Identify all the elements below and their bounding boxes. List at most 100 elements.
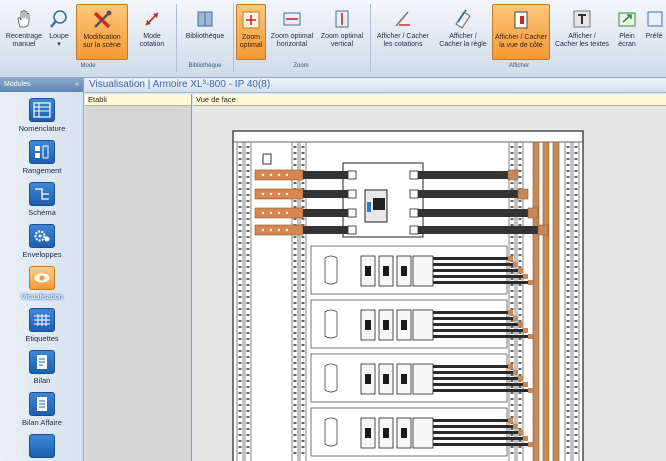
perforation (238, 242, 242, 244)
feeder-breaker-toggle (365, 266, 371, 276)
perforation (246, 380, 250, 382)
perforation (518, 440, 522, 442)
group-bibliotheque-label: Bibliothèque (188, 63, 222, 69)
module-more[interactable] (0, 434, 84, 458)
vue-cote-toggle-button[interactable]: Afficher / Cacher la vue de côté (492, 4, 550, 60)
module-more-icon (29, 434, 55, 458)
ribbon-separator (176, 4, 177, 72)
perforation (518, 410, 522, 412)
front-view-header: Vue de face (193, 94, 666, 106)
perforation (574, 308, 578, 310)
perforation (238, 344, 242, 346)
front-view-pane[interactable]: Vue de face (193, 94, 666, 461)
perforation (293, 308, 297, 310)
perforation (574, 242, 578, 244)
perforation (566, 284, 570, 286)
feeder-lug (508, 364, 513, 369)
perforation (574, 164, 578, 166)
bar-bolt (269, 211, 273, 215)
module-nomenclature[interactable]: Nomenclature (0, 98, 84, 133)
perforation (301, 338, 305, 340)
perforation (566, 194, 570, 196)
perforation (518, 452, 522, 454)
module-bilan[interactable]: Bilan (0, 350, 84, 385)
breaker-handle (373, 198, 385, 210)
perforation (566, 296, 570, 298)
cotations-toggle-button[interactable]: Afficher / Cacher les cotations (372, 4, 434, 60)
perforation (293, 284, 297, 286)
perforation (301, 296, 305, 298)
module-enveloppes[interactable]: Enveloppes (0, 224, 84, 259)
zoom-vertical-button[interactable]: Zoom optimal vertical (318, 4, 366, 60)
perforation (518, 308, 522, 310)
perforation (238, 254, 242, 256)
module-label: Visualisation (21, 292, 63, 301)
loupe-button[interactable]: Loupe ▾ (46, 4, 72, 60)
modification-button[interactable]: Modification sur la scène (76, 4, 128, 60)
bibliotheque-button[interactable]: Bibliothèque (180, 4, 230, 60)
copper-connector (517, 188, 529, 200)
perforation (518, 260, 522, 262)
mode-cotation-button[interactable]: Mode cotation (132, 4, 172, 60)
perforation (246, 302, 250, 304)
module-visualisation[interactable]: Visualisation (0, 266, 84, 301)
perforation (293, 236, 297, 238)
etabli-pane[interactable]: Etabli (85, 94, 192, 461)
perforation (518, 368, 522, 370)
cabinet-drawing[interactable] (193, 106, 666, 461)
perforation (246, 356, 250, 358)
recentrage-manuel-button[interactable]: Recentrage manuel (4, 4, 44, 60)
module-bilan-affaire[interactable]: Bilan Affaire (0, 392, 84, 427)
perforation (518, 236, 522, 238)
perforation (518, 296, 522, 298)
feeder-cable (433, 371, 513, 374)
perforation (301, 380, 305, 382)
perforation (246, 440, 250, 442)
vertical-busbars (532, 141, 560, 461)
module-rangement[interactable]: Rangement (0, 140, 84, 175)
feeder-device (412, 309, 434, 341)
cotations-label-1: Afficher / Cacher (376, 33, 429, 40)
zoom-horizontal-button[interactable]: Zoom optimal horizontal (268, 4, 316, 60)
perforation (293, 206, 297, 208)
textes-toggle-button[interactable]: Afficher / Cacher les textes (552, 4, 612, 60)
collapse-icon[interactable]: « (75, 81, 79, 89)
perforation (510, 284, 514, 286)
perforation (293, 332, 297, 334)
feeder-cable (433, 419, 508, 422)
perforation (293, 374, 297, 376)
feeder-lug (513, 424, 518, 429)
perforation (510, 440, 514, 442)
perforation (246, 368, 250, 370)
perforation (238, 158, 242, 160)
perforation (574, 194, 578, 196)
perforation (238, 434, 242, 436)
preferences-button[interactable]: Préfé (642, 4, 666, 60)
perforation (574, 350, 578, 352)
perforation (293, 278, 297, 280)
perforation (246, 338, 250, 340)
perforation (301, 386, 305, 388)
perforation (518, 170, 522, 172)
perforation (510, 290, 514, 292)
perforation (518, 266, 522, 268)
module-etiquettes[interactable]: Etiquettes (0, 308, 84, 343)
perforation (574, 278, 578, 280)
feeder-cutout (324, 309, 338, 339)
module-schema[interactable]: Schéma (0, 182, 84, 217)
perforation (301, 374, 305, 376)
cable (418, 226, 538, 234)
perforation (574, 248, 578, 250)
perforation (301, 422, 305, 424)
copper-connector (537, 224, 549, 236)
zoom-optimal-button[interactable]: Zoom optimal (236, 4, 266, 60)
regle-toggle-button[interactable]: Afficher / Cacher la règle (436, 4, 490, 60)
perforation (246, 434, 250, 436)
feeder-lug (518, 376, 523, 381)
perforation (518, 332, 522, 334)
plein-ecran-button[interactable]: Plein écran (614, 4, 640, 60)
perforation (574, 416, 578, 418)
perforation (246, 326, 250, 328)
perforation (246, 332, 250, 334)
etabli-header: Etabli (85, 94, 191, 106)
